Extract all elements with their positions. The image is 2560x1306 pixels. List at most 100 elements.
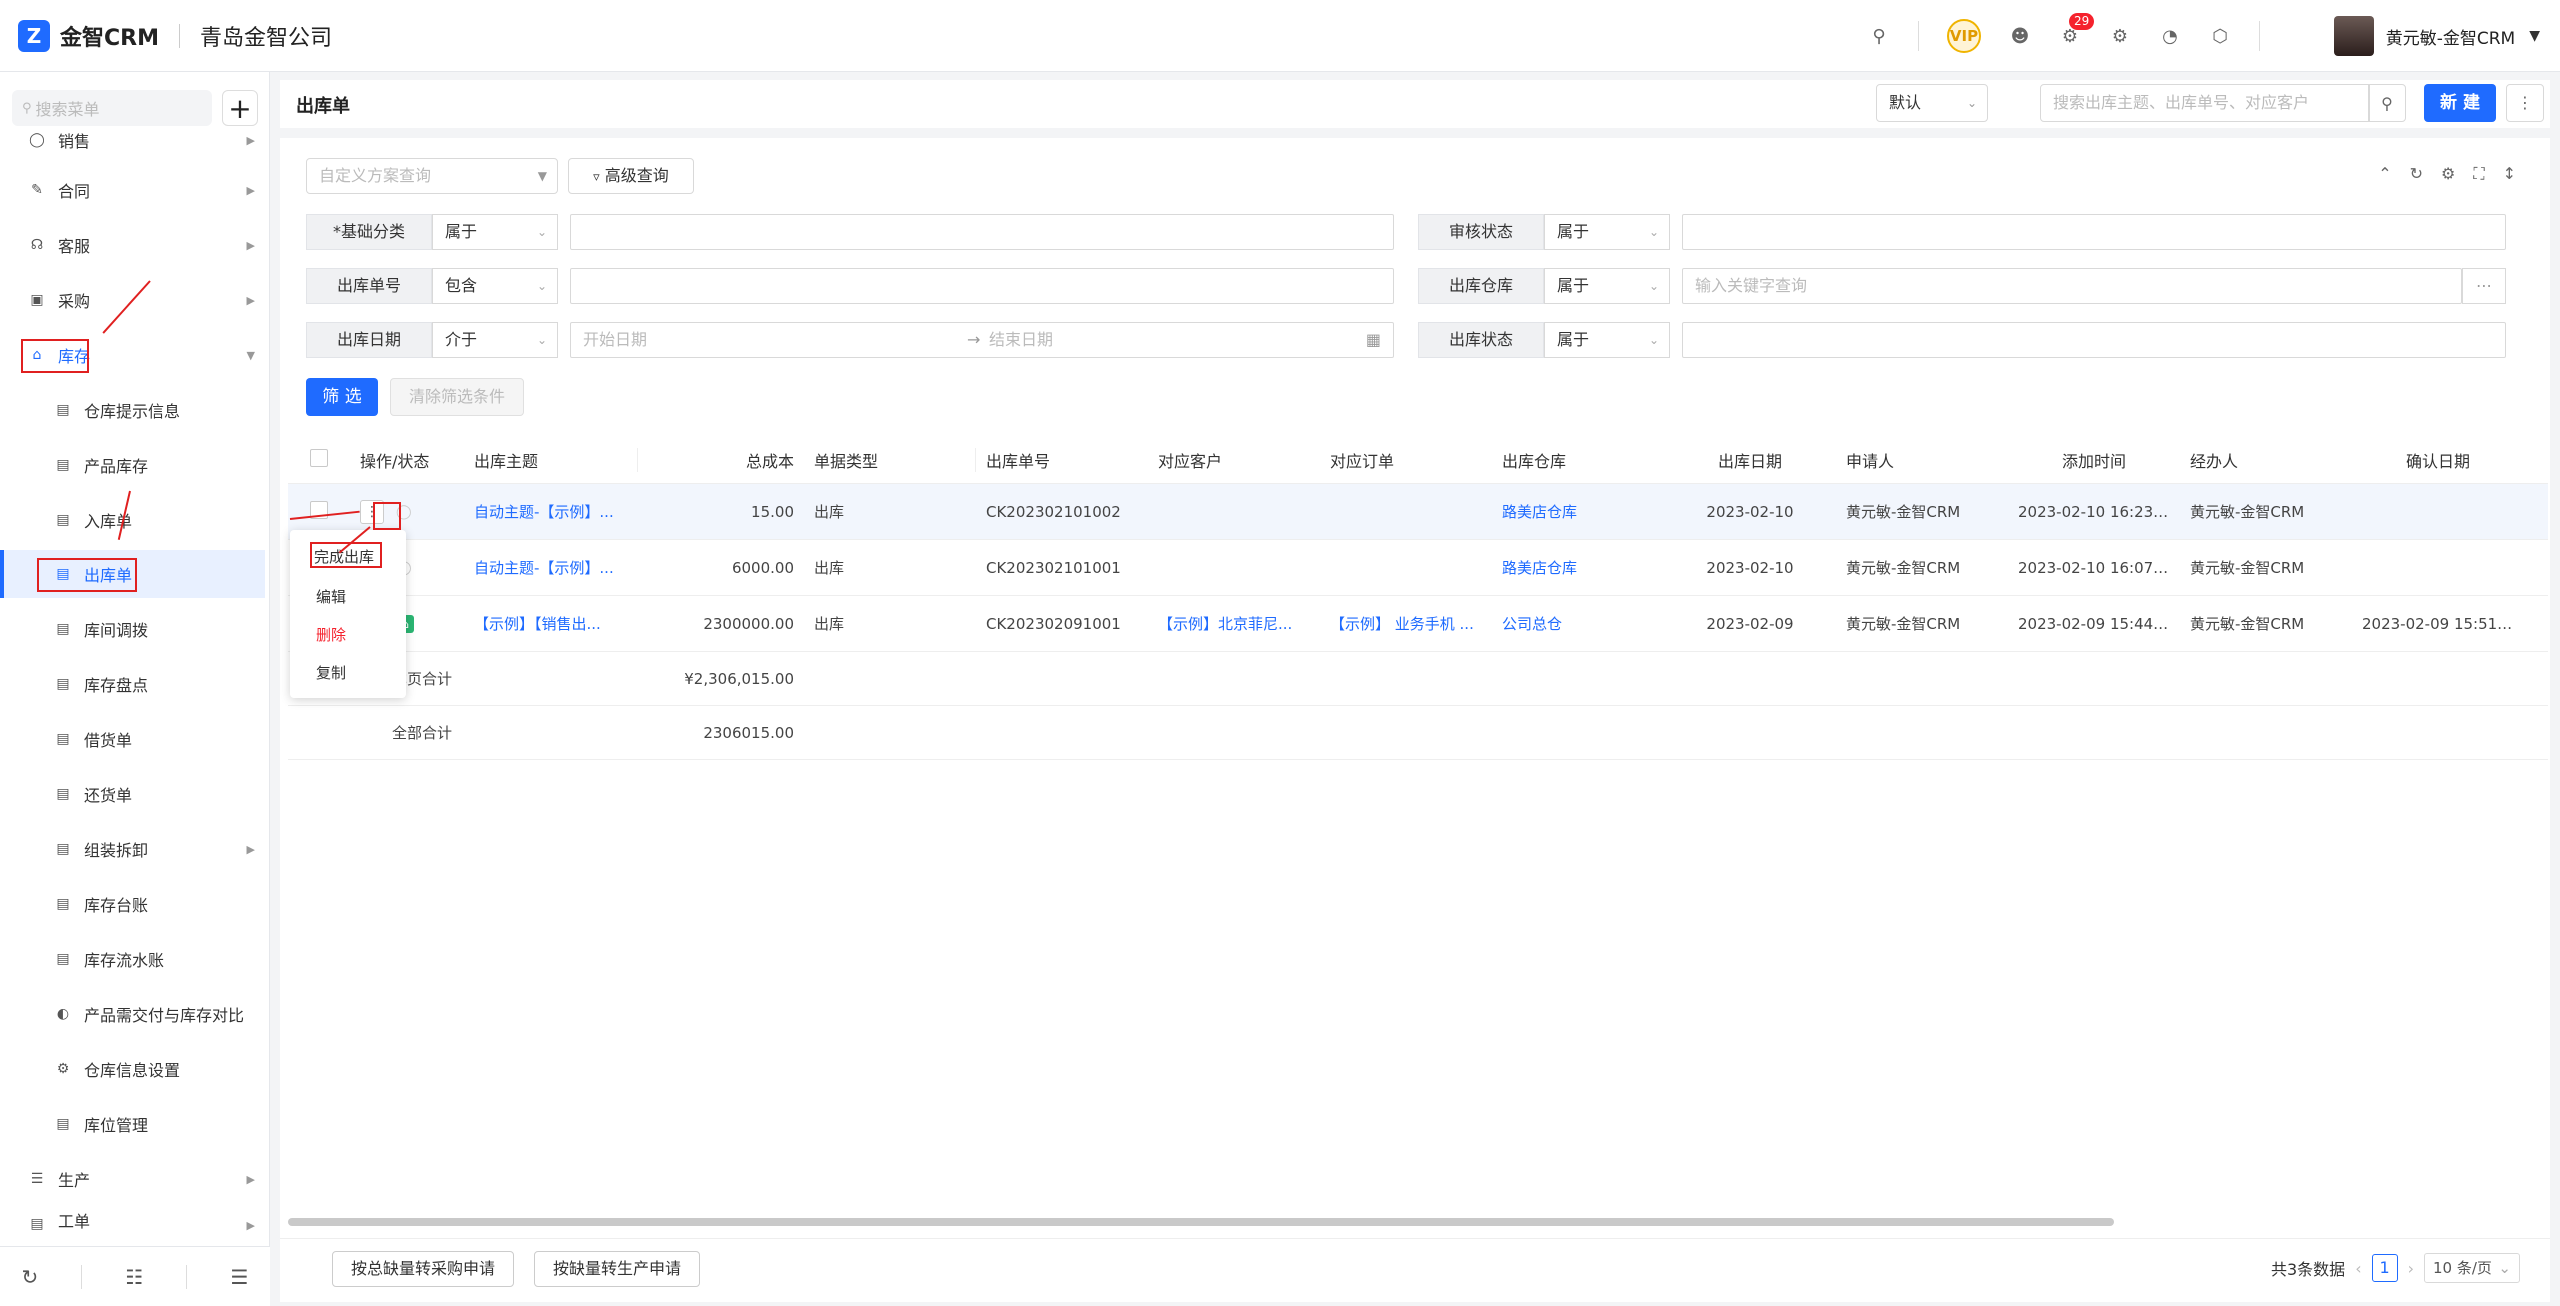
sidebar-item-journal[interactable]: ▤ 库存流水账 <box>0 935 265 983</box>
filter-op-date[interactable]: 介于 ⌄ <box>432 322 558 358</box>
filter-op-warehouse[interactable]: 属于 ⌄ <box>1544 268 1670 304</box>
sidebar-item-borrow[interactable]: ▤ 借货单 <box>0 715 265 763</box>
sidebar-item-location[interactable]: ▤ 库位管理 <box>0 1100 265 1148</box>
sidebar-item-assembly[interactable]: ▤ 组装拆卸 ▶ <box>0 825 265 873</box>
table-row[interactable]: ⌂ 【示例】【销售出... 2300000.00 出库 CK2023020910… <box>288 596 2548 652</box>
subject-link[interactable]: 自动主题-【示例】... <box>464 501 638 522</box>
sidebar-item-inbound[interactable]: ▤ 入库单 <box>0 496 265 544</box>
logo[interactable]: Z 金智CRM <box>18 19 159 52</box>
sidebar: ⚲ 搜索菜单 + ◯ 销售 ▶ ✎ 合同 ▶ ☊ 客服 ▶ ▣ 采购 ▶ ⌂ 库… <box>0 72 270 1306</box>
sidebar-item-delivery-compare[interactable]: ◐ 产品需交付与库存对比 <box>0 990 265 1038</box>
col-subject[interactable]: 出库主题 <box>464 447 638 472</box>
customer-link[interactable]: 【示例】北京菲尼... <box>1148 613 1320 634</box>
assembly-icon: ▤ <box>56 841 70 857</box>
warehouse-link[interactable]: 路美店仓库 <box>1492 557 1664 578</box>
search-icon[interactable]: ⚲ <box>1868 25 1890 47</box>
sidebar-item-contract[interactable]: ✎ 合同 ▶ <box>0 166 265 214</box>
vip-icon[interactable]: VIP <box>1947 19 1981 53</box>
warehouse-picker-button[interactable]: ⋯ <box>2462 268 2506 304</box>
bell-icon[interactable]: ⚙ 29 <box>2059 13 2095 47</box>
gear-icon[interactable]: ⚙ <box>2109 25 2131 47</box>
table-row[interactable]: ⋮ ◯ 自动主题-【示例】... 15.00 出库 CK202302101002 … <box>288 484 2548 540</box>
copy-item[interactable]: 复制 <box>316 662 346 683</box>
no-cell: CK202302091001 <box>986 614 1121 633</box>
page-number[interactable]: 1 <box>2371 1254 2398 1282</box>
sidebar-item-sales[interactable]: ◯ 销售 ▶ <box>0 120 265 160</box>
subject-link[interactable]: 自动主题-【示例】... <box>464 557 638 578</box>
list-search-input[interactable]: 搜索出库主题、出库单号、对应客户 <box>2040 84 2370 122</box>
filter-value-warehouse[interactable]: 输入关键字查询 <box>1682 268 2462 304</box>
filter-value-category[interactable] <box>570 214 1394 250</box>
sidebar-item-transfer[interactable]: ▤ 库间调拨 <box>0 605 265 653</box>
edit-item[interactable]: 编辑 <box>316 586 346 607</box>
col-applicant[interactable]: 申请人 <box>1836 448 2008 472</box>
more-options-button[interactable]: ⋮ <box>2506 84 2544 122</box>
history-icon[interactable]: ↻ <box>22 1265 39 1289</box>
sidebar-item-warehouse-settings[interactable]: ⚙ 仓库信息设置 <box>0 1045 265 1093</box>
page-size-select[interactable]: 10 条/页 ⌄ <box>2424 1253 2520 1283</box>
collapse-menu-icon[interactable]: ☰ <box>230 1265 248 1289</box>
refresh-icon[interactable]: ↻ <box>2410 164 2423 184</box>
row-height-icon[interactable]: ↕ <box>2503 164 2516 184</box>
pie-chart-icon[interactable]: ◔ <box>2159 25 2181 47</box>
filter-value-audit-status[interactable] <box>1682 214 2506 250</box>
col-type[interactable]: 单据类型 <box>804 447 976 472</box>
horizontal-scrollbar[interactable] <box>288 1218 2114 1226</box>
search-button[interactable]: ⚲ <box>2368 84 2406 122</box>
fullscreen-icon[interactable]: ⛶ <box>2473 164 2484 184</box>
workorder-icon: ▤ <box>30 1216 44 1232</box>
warehouse-link[interactable]: 路美店仓库 <box>1492 501 1664 522</box>
cube-icon[interactable]: ⬡ <box>2209 25 2231 47</box>
sidebar-item-service[interactable]: ☊ 客服 ▶ <box>0 221 265 269</box>
col-cost[interactable]: 总成本 <box>638 448 804 472</box>
filter-op-audit-status[interactable]: 属于 ⌄ <box>1544 214 1670 250</box>
filter-value-outbound-no[interactable] <box>570 268 1394 304</box>
filter-op-outbound-status[interactable]: 属于 ⌄ <box>1544 322 1670 358</box>
col-customer[interactable]: 对应客户 <box>1148 448 1320 472</box>
prev-page-icon[interactable]: ‹ <box>2355 1259 2361 1278</box>
warehouse-link[interactable]: 公司总仓 <box>1492 613 1664 634</box>
view-select[interactable]: 默认 ⌄ <box>1876 84 1988 122</box>
table-row[interactable]: ◯ 自动主题-【示例】... 6000.00 出库 CK202302101001… <box>288 540 2548 596</box>
chevron-down-icon: ⌄ <box>536 225 547 239</box>
filter-date-range[interactable]: 开始日期 → 结束日期 ▦ <box>570 322 1394 358</box>
calendar-icon: ▦ <box>1365 330 1381 349</box>
col-warehouse[interactable]: 出库仓库 <box>1492 448 1664 472</box>
delete-item[interactable]: 删除 <box>316 624 346 645</box>
sidebar-item-return[interactable]: ▤ 还货单 <box>0 770 265 818</box>
order-link[interactable]: 【示例】 业务手机 ... <box>1320 613 1492 634</box>
col-added[interactable]: 添加时间 <box>2008 448 2180 472</box>
sliders-icon[interactable]: ☷ <box>125 1265 143 1289</box>
advanced-query-button[interactable]: ▿ 高级查询 <box>568 158 694 194</box>
col-date[interactable]: 出库日期 <box>1664 448 1836 472</box>
subject-link[interactable]: 【示例】【销售出... <box>464 613 638 634</box>
sidebar-item-ledger[interactable]: ▤ 库存台账 <box>0 880 265 928</box>
sidebar-item-product-stock[interactable]: ▤ 产品库存 <box>0 441 265 489</box>
filter-op-category[interactable]: 属于 ⌄ <box>432 214 558 250</box>
no-cell: CK202302101002 <box>986 502 1121 521</box>
col-confirm[interactable]: 确认日期 <box>2352 448 2524 472</box>
production-request-button[interactable]: 按缺量转生产申请 <box>534 1251 700 1287</box>
collapse-icon[interactable]: ⌃ <box>2378 164 2391 184</box>
search-icon: ⚲ <box>2381 93 2393 113</box>
select-all-checkbox[interactable] <box>310 448 328 467</box>
settings-icon[interactable]: ⚙ <box>2441 164 2455 184</box>
sidebar-item-workorder[interactable]: ▤ 工单 ▶ <box>0 1202 265 1232</box>
sidebar-item-stocktake[interactable]: ▤ 库存盘点 <box>0 660 265 708</box>
col-no[interactable]: 出库单号 <box>976 448 1148 472</box>
contacts-icon[interactable]: ☻ <box>2009 25 2031 47</box>
new-button[interactable]: 新 建 <box>2424 84 2496 122</box>
filter-op-outbound-no[interactable]: 包含 ⌄ <box>432 268 558 304</box>
next-page-icon[interactable]: › <box>2408 1259 2414 1278</box>
filter-scheme-select[interactable]: 自定义方案查询 ▼ <box>306 158 558 194</box>
row-actions-menu: 完成出库 编辑 删除 复制 <box>290 530 406 698</box>
filter-value-outbound-status[interactable] <box>1682 322 2506 358</box>
sidebar-item-production[interactable]: ☰ 生产 ▶ <box>0 1155 265 1203</box>
clear-filter-button[interactable]: 清除筛选条件 <box>390 378 524 416</box>
user-menu[interactable]: 黄元敏-金智CRM ▼ <box>2333 16 2540 56</box>
purchase-request-button[interactable]: 按总缺量转采购申请 <box>332 1251 514 1287</box>
filter-button[interactable]: 筛 选 <box>306 378 378 416</box>
col-handler[interactable]: 经办人 <box>2180 448 2352 472</box>
sidebar-item-warehouse-tips[interactable]: ▤ 仓库提示信息 <box>0 386 265 434</box>
col-order[interactable]: 对应订单 <box>1320 448 1492 472</box>
